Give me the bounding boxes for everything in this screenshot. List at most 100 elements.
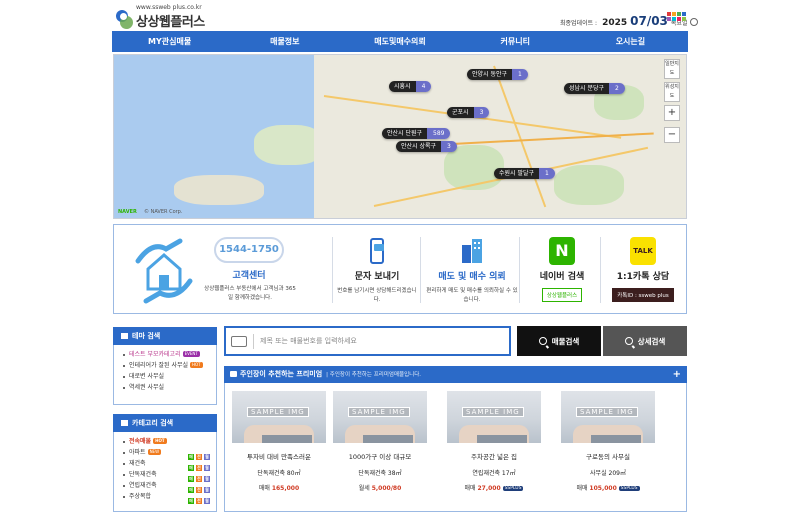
listing-title: 구로동의 사무실 [586,453,630,461]
map-marker[interactable]: 안산시 상록구 3 [396,141,457,152]
site-logo[interactable]: www.ssweb plus.co.kr 상상웹플러스 [114,4,205,30]
naver-icon: N [549,237,575,265]
zoom-in-button[interactable]: + [664,105,680,121]
kakao-id-button[interactable]: 카톡ID : ssweb plus [612,288,674,302]
search-input[interactable]: 제목 또는 매물번호를 입력하세요 [260,336,357,346]
house-hands-icon [132,235,196,305]
map-marker[interactable]: 안산시 단원구 589 [382,128,451,139]
folder-icon [230,371,237,377]
listing-card[interactable]: SAMPLE IMG 투자비 대비 만족스러운 단독재건축 80㎡ 매매 165… [232,391,326,512]
listing-price: 매매 165,000 [258,485,300,492]
listing-search-button[interactable]: 매물검색 [517,326,601,356]
logo-mark-icon [114,8,134,30]
listing-spec: 사무실 209㎡ [590,470,626,477]
map-marker[interactable]: 안양시 동안구 1 [467,69,528,80]
premium-title: 주인장이 추천하는 프리미엄 [240,370,323,378]
folder-icon [121,333,128,339]
naver-service[interactable]: N 네이버 검색 상상웹플러스 [524,225,600,315]
customer-center-title: 고객센터 [232,271,266,281]
naver-title: 네이버 검색 [539,272,585,282]
type-options: 매전월 [188,465,210,471]
map-forest [554,165,624,205]
request-title: 매도 및 매수 의뢰 [438,272,506,282]
listing-card[interactable]: SAMPLE IMG 1000가구 이상 대규모 단독재건축 38㎡ 월세 5,… [333,391,427,512]
premium-list: SAMPLE IMG 투자비 대비 만족스러운 단독재건축 80㎡ 매매 165… [224,383,687,512]
request-service[interactable]: 매도 및 매수 의뢰 편리하게 매도 및 매수를 의뢰하실 수 있습니다. [424,225,520,315]
kakao-talk-icon: TALK [630,237,656,265]
more-button[interactable]: + [673,366,681,383]
update-year: 2025 [602,18,628,28]
customer-center-desc: 상상웹플러스 부동산에서 고객님과 365일 함께하겠습니다. [204,286,296,301]
phone-number[interactable]: 1544-1750 [214,237,284,263]
category-item[interactable]: 전속매물 HOT [123,436,216,447]
type-options: 매전월 [188,487,210,493]
update-label: 최종업데이트 : [560,20,598,27]
premium-subtitle: | 주인장이 추천하는 프리미엄매물입니다. [326,372,422,378]
type-options: 매전월 [188,454,210,460]
listing-thumbnail: SAMPLE IMG [333,391,427,443]
listing-price: 월세 5,000/80 [358,485,402,492]
theme-item[interactable]: 대로변 사무실 [123,371,216,382]
theme-item[interactable]: 역세권 사무실 [123,382,216,393]
kakao-title: 1:1카톡 상담 [616,272,670,282]
main-nav: MY관심매물 매물정보 매도및매수의뢰 커뮤니티 오시는길 [112,31,688,52]
theme-item[interactable]: 테스트 부모카테고리 EVENT [123,349,216,360]
sms-service[interactable]: 문자 보내기 번호를 남기시면 상담해드리겠습니다. [336,225,418,315]
listing-price: 매매 105,000 SSPLUS [576,485,640,492]
map-marker[interactable]: 성남시 분당구 2 [564,83,625,94]
kakao-service[interactable]: TALK 1:1카톡 상담 카톡ID : ssweb plus [604,225,682,315]
naver-map-logo: NAVER [118,209,137,215]
nav-trade-request[interactable]: 매도및매수의뢰 [342,31,457,52]
listing-spec: 단독재건축 80㎡ [257,470,301,477]
listing-title: 투자비 대비 만족스러운 [247,453,311,461]
premium-header: 주인장이 추천하는 프리미엄 | 주인장이 추천하는 프리미엄매물입니다. + [224,366,687,383]
service-bar: 1544-1750 고객센터 상상웹플러스 부동산에서 고객님과 365일 함께… [113,224,687,314]
detail-search-button[interactable]: 상세검색 [603,326,687,356]
map-marker[interactable]: 수원시 팔달구 1 [494,168,555,179]
listing-search-field[interactable]: 제목 또는 매물번호를 입력하세요 [224,326,511,356]
mobile-chat-icon [364,237,390,265]
nav-my-interest[interactable]: MY관심매물 [112,31,227,52]
search-icon [624,337,633,345]
theme-item[interactable]: 인테리어가 잘된 사무실 HOT [123,360,216,371]
nav-directions[interactable]: 오시는길 [573,31,688,52]
level-badge: SSPLUS [502,486,524,491]
sitemap-grid-icon[interactable] [667,12,686,21]
listing-card[interactable]: SAMPLE IMG 주차공간 넓은 집 연립재건축 17㎡ 매매 27,000… [447,391,541,512]
keyboard-icon[interactable] [231,336,247,347]
listing-spec: 단독재건축 38㎡ [358,470,402,477]
map-marker[interactable]: 군포시 3 [447,107,490,118]
listing-price: 매매 27,000 SSPLUS [464,485,524,492]
theme-search-header: 테마 검색 [113,327,217,345]
update-date: 07/03 [630,14,668,28]
folder-icon [121,420,128,426]
request-desc: 편리하게 매도 및 매수를 의뢰하실 수 있습니다. [426,288,518,303]
listing-spec: 연립재건축 17㎡ [472,470,516,477]
category-list: 전속매물 HOT 아파트 NEW 재건축 단독재건축 연립재건축 주상복합 매전월 … [113,432,217,512]
category-search-header: 카테고리 검색 [113,414,217,432]
listing-title: 1000가구 이상 대규모 [348,453,412,461]
map-marker[interactable]: 시흥시 4 [389,81,432,92]
listing-thumbnail: SAMPLE IMG [561,391,655,443]
listing-card[interactable]: SAMPLE IMG 구로동의 사무실 사무실 209㎡ 매매 105,000 … [561,391,655,512]
site-name: 상상웹플러스 [136,15,205,30]
map-copyright: © NAVER Corp. [144,209,183,215]
sms-title: 문자 보내기 [354,272,400,282]
listing-thumbnail: SAMPLE IMG [232,391,326,443]
level-badge: SSPLUS [618,486,640,491]
nav-listings[interactable]: 매물정보 [227,31,342,52]
nav-community[interactable]: 커뮤니티 [458,31,573,52]
naver-search-button[interactable]: 상상웹플러스 [541,288,583,302]
search-icon [538,337,547,345]
map-normal-button[interactable]: 일반지도 [664,59,680,79]
building-icon [459,237,485,265]
type-options: 매전월 [188,498,210,504]
map-satellite-button[interactable]: 위성지도 [664,82,680,102]
site-url: www.ssweb plus.co.kr [136,4,202,11]
zoom-out-button[interactable]: − [664,127,680,143]
listing-map[interactable]: 안양시 동안구 1 시흥시 4 성남시 분당구 2 군포시 3 안산시 단원구 589 안… [113,54,687,219]
type-options: 매전월 [188,476,210,482]
page: www.ssweb plus.co.kr 상상웹플러스 최종업데이트 : 202… [0,0,800,512]
listing-title: 주차공간 넓은 집 [471,453,517,461]
theme-list: 테스트 부모카테고리 EVENT 인테리어가 잘된 사무실 HOT 대로변 사무실 … [113,345,217,405]
